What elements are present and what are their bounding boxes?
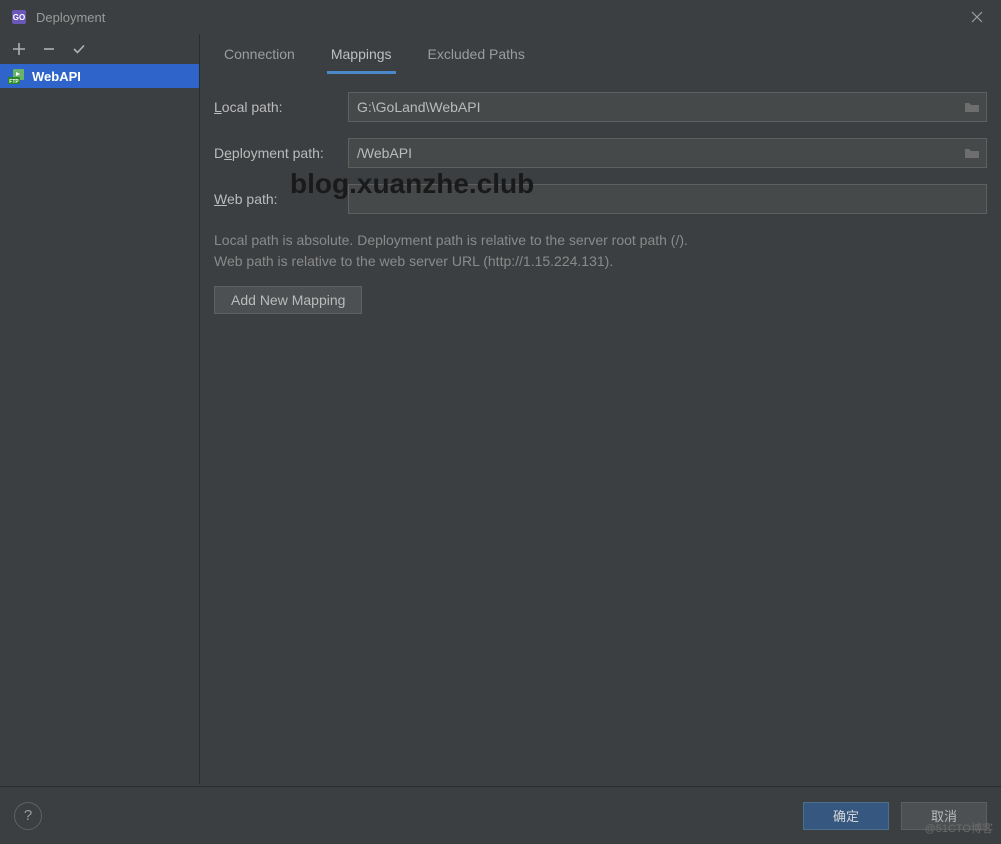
deployment-path-label: Deployment path: — [214, 145, 348, 161]
footer: ? 确定 取消 — [0, 786, 1001, 844]
svg-text:GO: GO — [13, 13, 25, 22]
svg-text:FTP: FTP — [9, 79, 19, 84]
local-path-label: Local path: — [214, 99, 348, 115]
local-path-row: Local path: — [214, 92, 987, 122]
mappings-form: Local path: Deployment path: — [214, 74, 987, 314]
content-panel: Connection Mappings Excluded Paths Local… — [200, 34, 1001, 784]
window-title: Deployment — [36, 10, 105, 25]
help-line-2: Web path is relative to the web server U… — [214, 251, 987, 272]
tab-connection[interactable]: Connection — [220, 36, 299, 74]
browse-local-icon[interactable] — [961, 96, 983, 118]
add-new-mapping-button[interactable]: Add New Mapping — [214, 286, 362, 314]
help-line-1: Local path is absolute. Deployment path … — [214, 230, 987, 251]
server-list: FTP WebAPI — [0, 64, 199, 784]
web-path-input[interactable] — [348, 184, 987, 214]
web-path-row: Web path: — [214, 184, 987, 214]
help-text: Local path is absolute. Deployment path … — [214, 230, 987, 272]
titlebar: GO Deployment — [0, 0, 1001, 34]
help-button[interactable]: ? — [14, 802, 42, 830]
ftp-icon: FTP — [8, 68, 26, 84]
web-path-label: Web path: — [214, 191, 348, 207]
sidebar: FTP WebAPI — [0, 34, 200, 784]
local-path-input[interactable] — [348, 92, 987, 122]
server-item-webapi[interactable]: FTP WebAPI — [0, 64, 199, 88]
set-default-button[interactable] — [70, 40, 88, 58]
deployment-path-row: Deployment path: — [214, 138, 987, 168]
app-icon: GO — [10, 8, 28, 26]
remove-server-button[interactable] — [40, 40, 58, 58]
deployment-path-input[interactable] — [348, 138, 987, 168]
cancel-button[interactable]: 取消 — [901, 802, 987, 830]
tabs: Connection Mappings Excluded Paths — [214, 34, 987, 74]
server-item-label: WebAPI — [32, 69, 81, 84]
ok-button[interactable]: 确定 — [803, 802, 889, 830]
browse-deployment-icon[interactable] — [961, 142, 983, 164]
sidebar-toolbar — [0, 34, 199, 64]
close-icon[interactable] — [963, 3, 991, 31]
dialog-body: FTP WebAPI Connection Mappings Excluded … — [0, 34, 1001, 784]
tab-mappings[interactable]: Mappings — [327, 36, 396, 74]
add-server-button[interactable] — [10, 40, 28, 58]
tab-excluded-paths[interactable]: Excluded Paths — [424, 36, 529, 74]
